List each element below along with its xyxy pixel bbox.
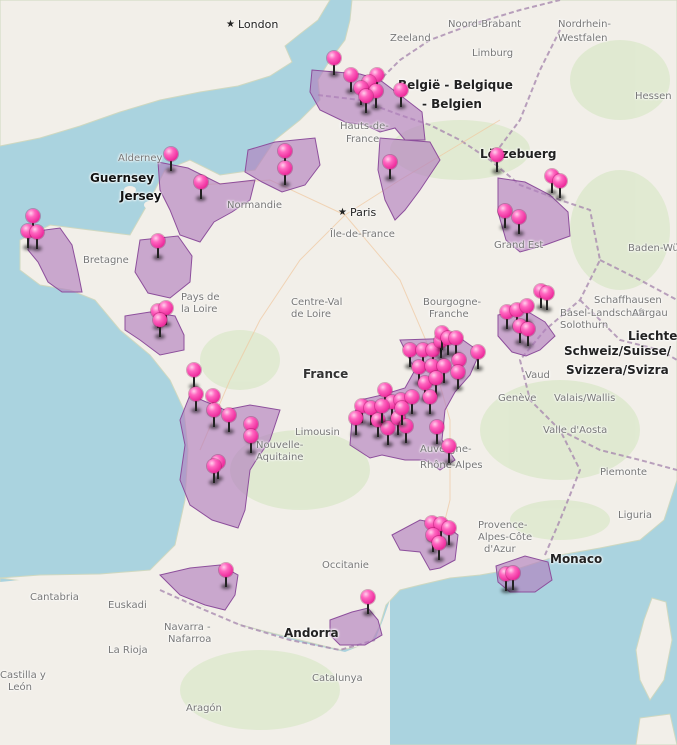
map-label-belgie: België - Belgique bbox=[398, 78, 513, 92]
map-pin-icon[interactable] bbox=[432, 536, 446, 562]
map-label-alderney: Alderney bbox=[118, 153, 163, 164]
map-pin-icon[interactable] bbox=[394, 83, 408, 109]
map-pin-icon[interactable] bbox=[327, 51, 341, 77]
map-label-piemonte: Piemonte bbox=[600, 467, 648, 478]
map-pin-icon[interactable] bbox=[540, 286, 554, 312]
map-label-navarra: Navarra - bbox=[164, 622, 211, 633]
map-pin-icon[interactable] bbox=[153, 313, 167, 339]
map-pin-icon[interactable] bbox=[187, 363, 201, 389]
map-pin-icon[interactable] bbox=[553, 174, 567, 200]
map-label-svizzera: Svizzera/Svizra bbox=[566, 363, 669, 377]
map-view[interactable]: ★ London Noord-Brabant Zeeland Nordrhein- Wes… bbox=[0, 0, 677, 745]
map-label-euskadi: Euskadi bbox=[108, 600, 147, 611]
map-label-solothurn: Solothurn bbox=[560, 320, 609, 331]
map-label-london: London bbox=[238, 18, 279, 31]
map-pin-icon[interactable] bbox=[222, 408, 236, 434]
map-pin-icon[interactable] bbox=[490, 148, 504, 174]
map-pin-icon[interactable] bbox=[498, 204, 512, 230]
map-pin-icon[interactable] bbox=[194, 175, 208, 201]
map-pin-icon[interactable] bbox=[359, 89, 373, 115]
map-label-leon: León bbox=[8, 682, 33, 693]
map-label-baden: Baden-Württem bbox=[628, 243, 677, 254]
map-label-bourgogne2: Franche bbox=[429, 309, 469, 320]
map-label-aargau: Aargau bbox=[632, 308, 668, 319]
map-label-belgien: - Belgien bbox=[422, 97, 482, 111]
map-label-aragon: Aragón bbox=[186, 703, 222, 714]
land-sardinia bbox=[635, 713, 677, 745]
map-label-paysloire2: la Loire bbox=[181, 304, 218, 315]
map-pin-icon[interactable] bbox=[278, 161, 292, 187]
map-pin-icon[interactable] bbox=[207, 403, 221, 429]
map-label-grandest: Grand Est bbox=[494, 240, 544, 251]
map-label-aquitaine: Aquitaine bbox=[256, 452, 304, 463]
map-label-westfalen: Westfalen bbox=[558, 33, 608, 44]
map-pin-icon[interactable] bbox=[451, 365, 465, 391]
map-pin-icon[interactable] bbox=[361, 590, 375, 616]
map-pin-icon[interactable] bbox=[219, 563, 233, 589]
map-label-nordrhein: Nordrhein- bbox=[558, 19, 612, 30]
map-pin-icon[interactable] bbox=[395, 401, 409, 427]
map-label-france: France bbox=[303, 367, 349, 381]
map-pin-icon[interactable] bbox=[189, 387, 203, 413]
map-label-andorra: Andorra bbox=[284, 626, 339, 640]
map-label-normandie: Normandie bbox=[227, 200, 283, 211]
map-label-limburg: Limburg bbox=[472, 48, 514, 59]
map-label-catalunya: Catalunya bbox=[312, 673, 363, 684]
map-label-larioja: La Rioja bbox=[108, 645, 148, 656]
map-pin-icon[interactable] bbox=[207, 459, 221, 485]
map-pin-icon[interactable] bbox=[164, 147, 178, 173]
map-label-valleaosta: Valle d'Aosta bbox=[543, 425, 608, 436]
map-label-paysloire: Pays de bbox=[181, 292, 220, 303]
capital-star-icon: ★ bbox=[226, 19, 235, 30]
map-label-liechten: Liechte bbox=[628, 329, 677, 343]
map-label-provence: Provence- bbox=[478, 520, 528, 531]
map-label-bourgogne: Bourgogne- bbox=[423, 297, 482, 308]
map-pin-icon[interactable] bbox=[521, 322, 535, 348]
map-label-hessen: Hessen bbox=[635, 91, 672, 102]
map-pin-icon[interactable] bbox=[471, 345, 485, 371]
map-pin-icon[interactable] bbox=[442, 439, 456, 465]
map-label-schweiz: Schweiz/Suisse/ bbox=[564, 344, 672, 358]
map-label-geneve: Genève bbox=[498, 393, 537, 404]
map-label-hauts: Hauts-de- bbox=[340, 121, 389, 132]
map-label-vaud: Vaud bbox=[525, 370, 550, 381]
map-label-centre: Centre-Val bbox=[291, 297, 343, 308]
map-label-limousin: Limousin bbox=[295, 427, 340, 438]
map-pin-icon[interactable] bbox=[512, 210, 526, 236]
map-label-cantabria: Cantabria bbox=[30, 592, 79, 603]
map-label-zeeland: Zeeland bbox=[390, 33, 431, 44]
map-pin-icon[interactable] bbox=[244, 429, 258, 455]
map-label-castilla: Castilla y bbox=[0, 670, 46, 681]
map-label-nouvelle: Nouvelle- bbox=[256, 440, 304, 451]
map-pin-icon[interactable] bbox=[30, 225, 44, 251]
map-label-centre2: de Loire bbox=[291, 309, 332, 320]
map-pin-icon[interactable] bbox=[151, 234, 165, 260]
map-pin-icon[interactable] bbox=[383, 155, 397, 181]
map-label-bretagne: Bretagne bbox=[83, 255, 129, 266]
map-label-liguria: Liguria bbox=[618, 510, 653, 521]
map-pin-icon[interactable] bbox=[349, 411, 363, 437]
map-pin-icon[interactable] bbox=[423, 390, 437, 416]
map-label-valais: Valais/Wallis bbox=[554, 393, 616, 404]
map-label-occitanie: Occitanie bbox=[322, 560, 369, 571]
map-label-guernsey: Guernsey bbox=[90, 171, 155, 185]
capital-star-icon: ★ bbox=[338, 207, 347, 218]
map-label-provence2: Alpes-Côte bbox=[478, 532, 533, 543]
map-label-hauts2: France bbox=[346, 134, 380, 145]
map-label-jersey: Jersey bbox=[120, 189, 162, 203]
map-label-monaco: Monaco bbox=[550, 552, 603, 566]
map-label-schaffhausen: Schaffhausen bbox=[594, 295, 662, 306]
map-pin-icon[interactable] bbox=[375, 399, 389, 425]
map-label-nafarroa: Nafarroa bbox=[168, 634, 212, 645]
map-pin-icon[interactable] bbox=[506, 566, 520, 592]
map-label-idf: Île-de-France bbox=[330, 229, 395, 240]
map-label-provence3: d'Azur bbox=[484, 544, 516, 555]
map-label-paris: Paris bbox=[350, 206, 377, 219]
map-label-noord-brabant: Noord-Brabant bbox=[448, 19, 522, 30]
